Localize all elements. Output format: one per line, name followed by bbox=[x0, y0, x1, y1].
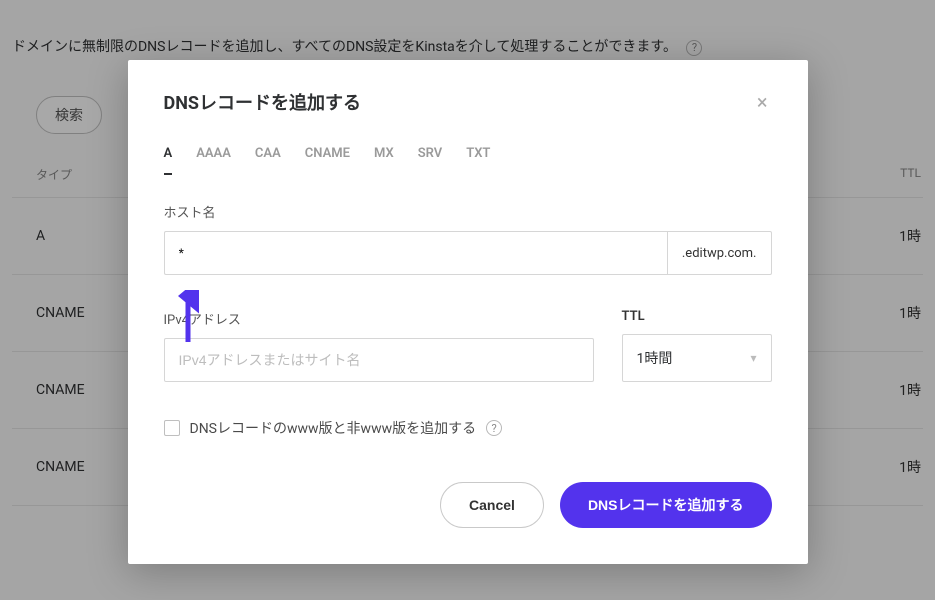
modal-title: DNSレコードを追加する bbox=[164, 89, 361, 115]
modal-overlay: DNSレコードを追加する × A AAAA CAA CNAME MX SRV T… bbox=[0, 0, 935, 600]
ipv4-input[interactable] bbox=[164, 338, 594, 382]
help-icon[interactable]: ? bbox=[486, 420, 502, 436]
www-variants-checkbox[interactable] bbox=[164, 420, 180, 436]
www-variants-label: DNSレコードのwww版と非www版を追加する bbox=[190, 418, 477, 438]
tab-mx[interactable]: MX bbox=[374, 146, 394, 175]
ttl-select[interactable]: 1時間 ▾ bbox=[622, 334, 772, 382]
ipv4-label: IPv4アドレス bbox=[164, 309, 594, 328]
tab-srv[interactable]: SRV bbox=[418, 146, 443, 175]
submit-button[interactable]: DNSレコードを追加する bbox=[560, 482, 772, 528]
close-icon[interactable]: × bbox=[753, 88, 772, 116]
hostname-label: ホスト名 bbox=[164, 202, 772, 221]
tab-a[interactable]: A bbox=[164, 146, 173, 175]
tab-caa[interactable]: CAA bbox=[255, 146, 281, 175]
ttl-label: TTL bbox=[622, 309, 772, 324]
chevron-down-icon: ▾ bbox=[750, 351, 756, 365]
record-type-tabs: A AAAA CAA CNAME MX SRV TXT bbox=[164, 146, 772, 176]
add-dns-record-modal: DNSレコードを追加する × A AAAA CAA CNAME MX SRV T… bbox=[128, 60, 808, 564]
tab-aaaa[interactable]: AAAA bbox=[196, 146, 231, 175]
ttl-selected-value: 1時間 bbox=[637, 348, 673, 368]
cancel-button[interactable]: Cancel bbox=[440, 482, 544, 528]
tab-cname[interactable]: CNAME bbox=[305, 146, 350, 175]
hostname-input[interactable] bbox=[164, 231, 667, 275]
tab-txt[interactable]: TXT bbox=[466, 146, 490, 175]
hostname-suffix: .editwp.com. bbox=[667, 231, 772, 275]
